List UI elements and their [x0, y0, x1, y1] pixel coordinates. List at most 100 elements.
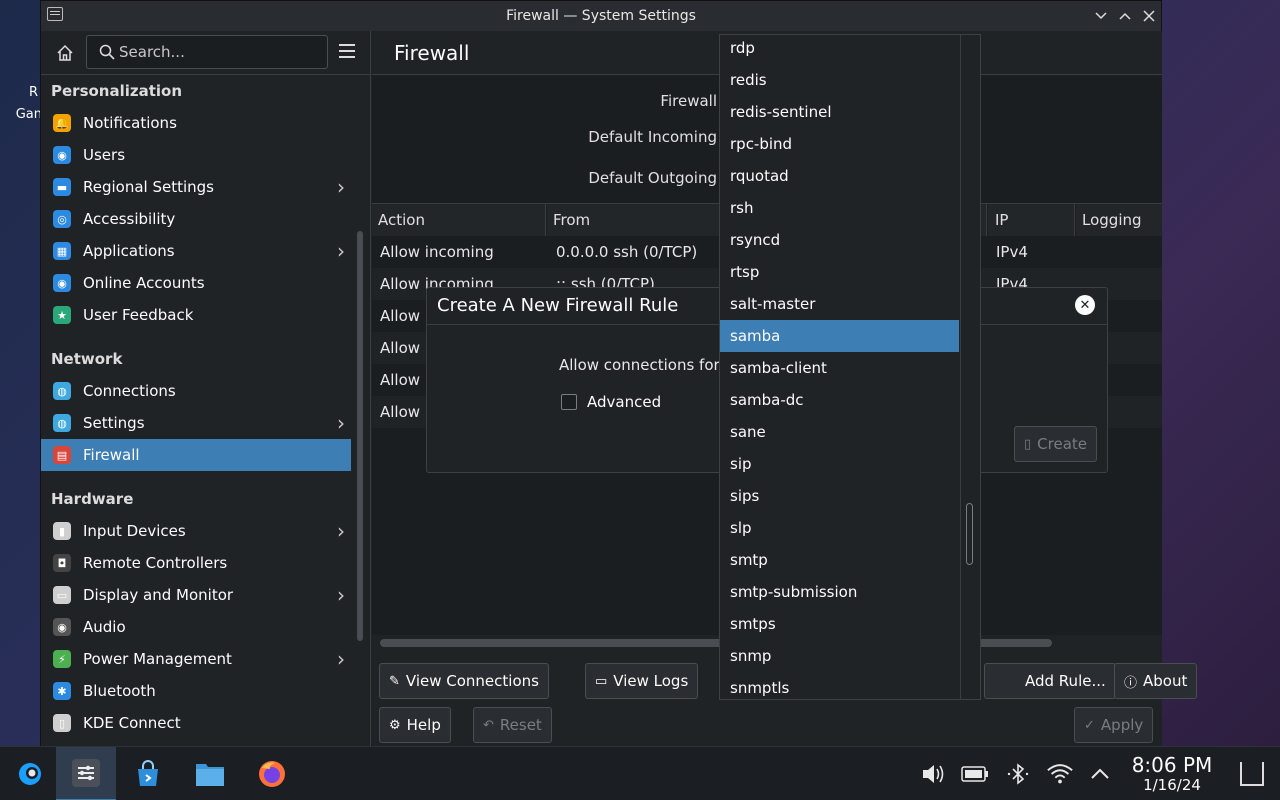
system-settings-icon	[72, 759, 100, 787]
view-connections-button[interactable]: ✎ View Connections	[379, 663, 549, 699]
dropdown-option[interactable]: smtp	[720, 544, 959, 576]
apply-button[interactable]: ✓ Apply	[1074, 707, 1154, 743]
about-button[interactable]: ⓘ About	[1114, 663, 1198, 699]
dialog-close-icon[interactable]: ✕	[1075, 295, 1095, 315]
dropdown-option[interactable]: smtp-submission	[720, 576, 959, 608]
system-settings-task[interactable]	[56, 747, 116, 800]
sidebar-item-power-management[interactable]: ⚡ Power Management ›	[41, 643, 351, 675]
sidebar-item-label: Audio	[83, 618, 126, 636]
firewall-icon: ▤	[53, 446, 71, 464]
firefox-icon	[259, 761, 285, 787]
column-header-ip[interactable]: IP	[989, 204, 1075, 236]
pencil-icon: ✎	[389, 673, 400, 689]
sidebar-item-label: Power Management	[83, 650, 232, 668]
dropdown-option[interactable]: rpc-bind	[720, 128, 959, 160]
dropdown-option[interactable]: rquotad	[720, 160, 959, 192]
window-menu-icon[interactable]	[47, 7, 63, 21]
sidebar-item-audio[interactable]: ◉ Audio	[41, 611, 351, 643]
discover-task[interactable]	[118, 747, 178, 800]
steam-launcher[interactable]	[0, 747, 60, 800]
cell-from: 0.0.0.0 ssh (0/TCP)	[556, 243, 698, 261]
desktop-icon-label[interactable]: R Gan	[0, 82, 42, 126]
dropdown-option[interactable]: samba-client	[720, 352, 959, 384]
dropdown-option[interactable]: rdp	[720, 35, 959, 64]
sidebar-item-connections[interactable]: ◍ Connections	[41, 375, 351, 407]
sidebar-item-notifications[interactable]: 🔔 Notifications	[41, 107, 351, 139]
dropdown-option[interactable]: sip	[720, 448, 959, 480]
dropdown-option[interactable]: sane	[720, 416, 959, 448]
dropdown-option[interactable]: rtsp	[720, 256, 959, 288]
sidebar-item-online-accounts[interactable]: ◉ Online Accounts	[41, 267, 351, 299]
document-icon: ▯	[1024, 436, 1032, 452]
maximize-button[interactable]	[1113, 4, 1137, 28]
help-icon: ⚙	[389, 717, 401, 733]
sidebar-item-kde-connect[interactable]: ▯ KDE Connect	[41, 707, 351, 739]
dropdown-option[interactable]: sips	[720, 480, 959, 512]
volume-icon[interactable]	[919, 761, 947, 787]
advanced-checkbox[interactable]	[561, 394, 577, 410]
default-outgoing-label: Default Outgoing	[588, 169, 717, 187]
chat-icon: ▭	[595, 673, 608, 689]
titlebar[interactable]: Firewall — System Settings	[41, 1, 1161, 31]
clock-date[interactable]: 1/16/24	[1130, 776, 1214, 794]
firefox-task[interactable]	[242, 747, 302, 800]
add-rule-button[interactable]: Add Rule...	[984, 663, 1116, 699]
sidebar-item-accessibility[interactable]: ◎ Accessibility	[41, 203, 351, 235]
chevron-right-icon: ›	[337, 519, 345, 543]
hamburger-menu-icon[interactable]	[339, 44, 355, 58]
close-button[interactable]	[1137, 4, 1161, 28]
speaker-icon: ◉	[53, 618, 71, 636]
dropdown-option[interactable]: samba	[720, 320, 959, 352]
sidebar-item-label: Settings	[83, 414, 145, 432]
sidebar-item-label: Input Devices	[83, 522, 186, 540]
help-button[interactable]: ⚙ Help	[379, 707, 451, 743]
sidebar-item-user-feedback[interactable]: ★ User Feedback	[41, 299, 351, 331]
sidebar-item-input-devices[interactable]: ▮ Input Devices ›	[41, 515, 351, 547]
dropdown-option[interactable]: snmp	[720, 640, 959, 672]
bluetooth-tray-icon[interactable]	[1004, 761, 1032, 787]
sidebar-item-applications[interactable]: ▦ Applications ›	[41, 235, 351, 267]
sidebar: Personalization 🔔 Notifications ◉ Users ▬ Regi…	[41, 31, 371, 747]
battery-icon[interactable]	[961, 761, 989, 787]
reset-button[interactable]: ↶ Reset	[473, 707, 552, 743]
dropdown-option[interactable]: slp	[720, 512, 959, 544]
column-header-action[interactable]: Action	[372, 204, 546, 236]
view-logs-button[interactable]: ▭ View Logs	[585, 663, 699, 699]
sidebar-scrollbar[interactable]	[357, 231, 363, 641]
create-button[interactable]: ▯ Create	[1014, 426, 1097, 462]
dropdown-option[interactable]: redis	[720, 64, 959, 96]
sidebar-item-display-and-monitor[interactable]: ▭ Display and Monitor ›	[41, 579, 351, 611]
gamepad-icon: ◘	[53, 554, 71, 572]
minimize-button[interactable]	[1089, 4, 1113, 28]
sidebar-item-regional-settings[interactable]: ▬ Regional Settings ›	[41, 171, 351, 203]
column-header-logging[interactable]: Logging	[1076, 204, 1162, 236]
power-icon: ⚡	[53, 650, 71, 668]
tray-expand-icon[interactable]	[1086, 761, 1114, 787]
dropdown-option[interactable]: redis-sentinel	[720, 96, 959, 128]
advanced-checkbox-row[interactable]: Advanced	[561, 393, 661, 411]
page-title: Firewall	[394, 41, 470, 65]
file-manager-task[interactable]	[180, 747, 240, 800]
search-input[interactable]	[119, 42, 319, 62]
wifi-icon[interactable]	[1046, 761, 1074, 787]
sidebar-item-users[interactable]: ◉ Users	[41, 139, 351, 171]
chevron-right-icon: ›	[337, 411, 345, 435]
show-desktop-icon[interactable]	[1240, 762, 1264, 786]
dropdown-option[interactable]: snmptls	[720, 672, 959, 699]
home-button[interactable]	[51, 39, 79, 67]
clock-time[interactable]: 8:06 PM	[1130, 753, 1214, 777]
dropdown-option[interactable]: rsh	[720, 192, 959, 224]
sidebar-item-remote-controllers[interactable]: ◘ Remote Controllers	[41, 547, 351, 579]
dropdown-option[interactable]: smtps	[720, 608, 959, 640]
search-field[interactable]	[86, 35, 328, 69]
dropdown-option[interactable]: salt-master	[720, 288, 959, 320]
dropdown-option[interactable]: rsyncd	[720, 224, 959, 256]
sidebar-section-header: Personalization	[51, 82, 183, 100]
applications-icon: ▦	[53, 242, 71, 260]
sidebar-item-settings[interactable]: ◍ Settings ›	[41, 407, 351, 439]
service-dropdown-list[interactable]: rdp redis redis-sentinel rpc-bind rquotad rsh…	[719, 34, 981, 700]
sidebar-item-firewall[interactable]: ▤ Firewall	[41, 439, 351, 471]
dropdown-option[interactable]: samba-dc	[720, 384, 959, 416]
sidebar-item-bluetooth[interactable]: ✱ Bluetooth	[41, 675, 351, 707]
dropdown-scrollbar-thumb[interactable]	[966, 503, 973, 565]
